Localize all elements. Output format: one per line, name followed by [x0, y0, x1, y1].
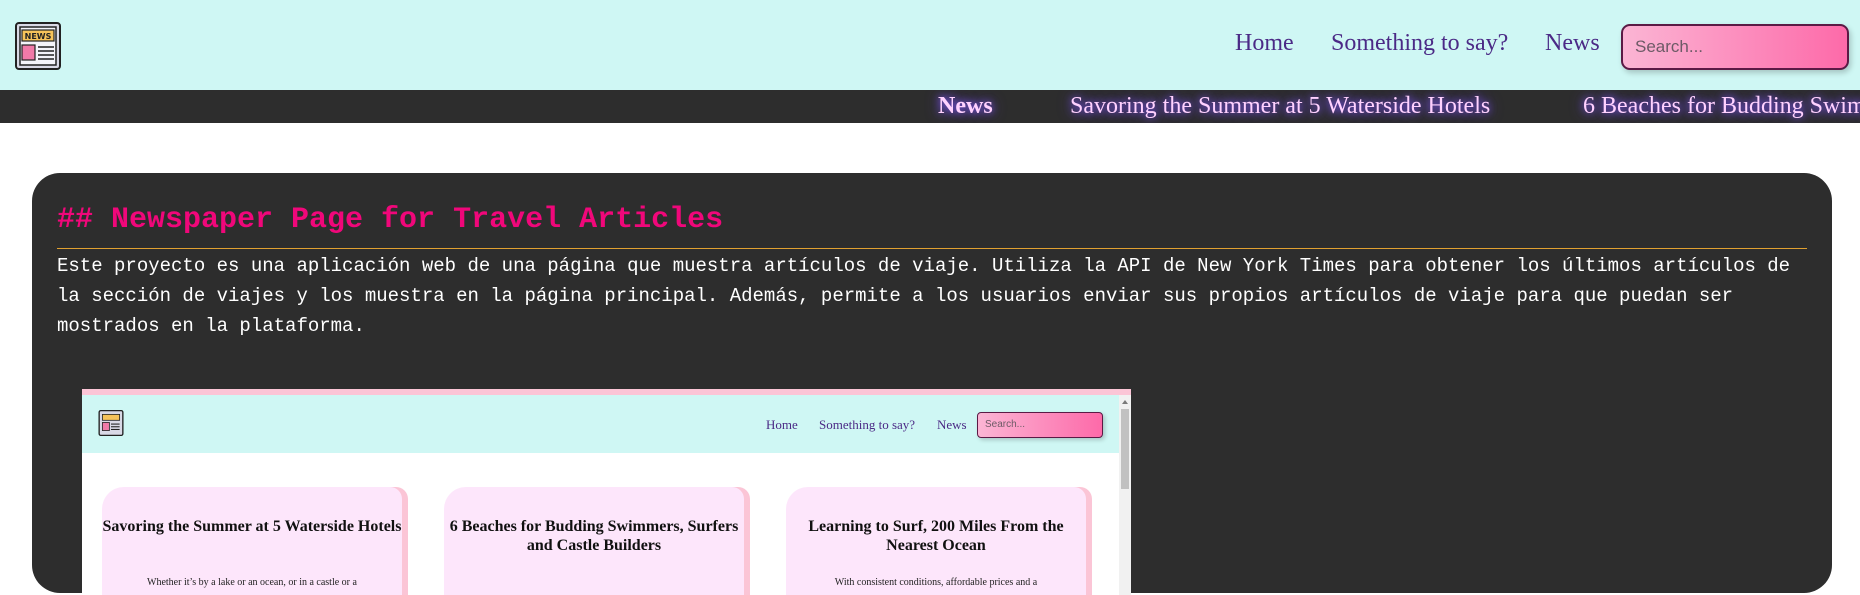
logo-text: NEWS	[25, 32, 52, 41]
site-header: NEWS Home Something to say? News	[0, 0, 1860, 90]
readme-description: Este proyecto es una aplicación web de u…	[57, 255, 1791, 337]
article-card-title: 6 Beaches for Budding Swimmers, Surfers …	[449, 518, 739, 554]
readme-title: ## Newspaper Page for Travel Articles	[57, 203, 724, 237]
news-ticker: News Savoring the Summer at 5 Waterside …	[0, 90, 1860, 123]
article-card-title: Learning to Surf, 200 Miles From the Nea…	[808, 518, 1064, 554]
screenshot-search-field: Search...	[977, 412, 1103, 438]
nav-something-to-say-link[interactable]: Something to say?	[1331, 31, 1508, 55]
newspaper-icon[interactable]: NEWS	[12, 20, 64, 72]
ticker-item-news[interactable]: News	[938, 92, 993, 120]
ticker-item-article[interactable]: 6 Beaches for Budding Swimmers, Surfers …	[1583, 92, 1860, 120]
nav-news-link[interactable]: News	[1545, 31, 1600, 55]
screenshot-header: Home Something to say? News Search...	[82, 395, 1119, 453]
screenshot-scrollbar	[1119, 395, 1131, 595]
screenshot-nav-news: News	[937, 417, 967, 432]
screenshot-nav-something: Something to say?	[819, 417, 916, 432]
title-divider	[57, 248, 1807, 249]
nav-home-link[interactable]: Home	[1235, 31, 1294, 55]
project-screenshot: Home Something to say? News Search... Sa…	[82, 389, 1131, 595]
article-card-title: Savoring the Summer at 5 Waterside Hotel…	[102, 518, 402, 535]
newspaper-icon	[98, 409, 124, 437]
screenshot-nav-home: Home	[766, 417, 798, 432]
scroll-up-arrow-icon	[1122, 400, 1128, 404]
scrollbar-thumb	[1121, 409, 1129, 489]
ticker-item-article[interactable]: Savoring the Summer at 5 Waterside Hotel…	[1070, 92, 1490, 120]
search-input[interactable]	[1621, 24, 1849, 70]
